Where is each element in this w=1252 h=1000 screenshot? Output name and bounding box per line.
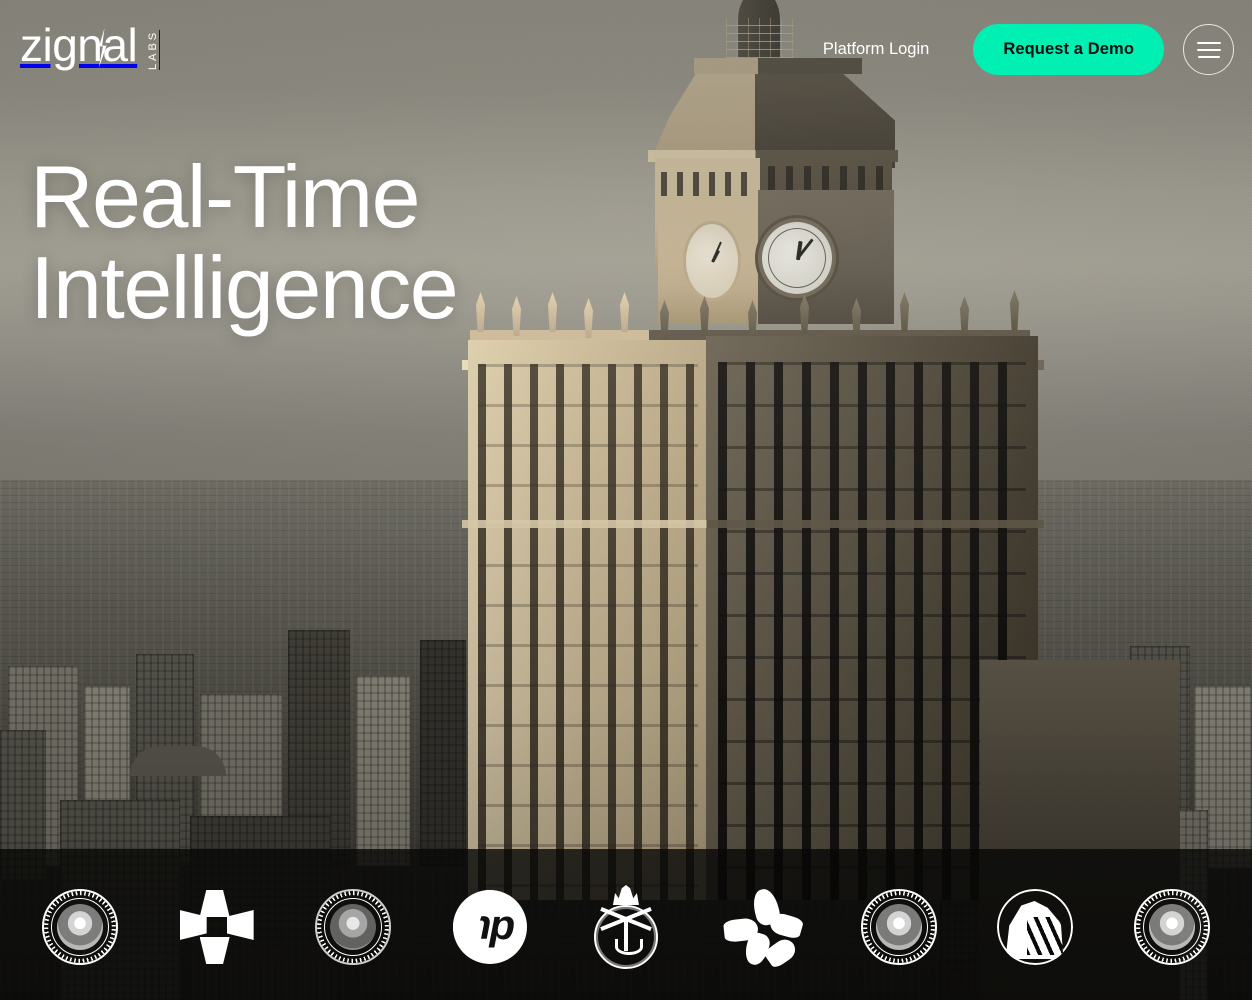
- logo-chase[interactable]: Chase: [175, 885, 259, 969]
- dos-seal-icon: [315, 889, 392, 965]
- clock-face-right: [762, 222, 832, 294]
- dod-seal-icon: [42, 889, 119, 965]
- headline-line-2: Intelligence: [30, 237, 459, 337]
- headline-line-1: Real-Time: [30, 147, 421, 246]
- dhs-seal-icon: [1133, 889, 1210, 965]
- clock-face-left: [686, 224, 738, 298]
- menu-line-3: [1197, 56, 1220, 58]
- zignal-labs-logo[interactable]: zignal LABS: [20, 22, 159, 70]
- platform-login-link[interactable]: Platform Login: [811, 32, 941, 67]
- hamburger-menu-icon[interactable]: [1183, 24, 1234, 75]
- logo-department-of-defense[interactable]: U.S. Department of Defense: [38, 885, 122, 969]
- logo-department-of-treasury[interactable]: U.S. Department of the Treasury: [857, 885, 941, 969]
- customer-logo-bar: U.S. Department of Defense Chase U.S. De…: [0, 849, 1252, 1000]
- yelp-burst-icon: [723, 886, 805, 970]
- logo-hp[interactable]: hp HP: [448, 885, 532, 969]
- logo-wordmark: zignal: [20, 19, 138, 71]
- logo-prudential[interactable]: Prudential: [993, 885, 1077, 969]
- request-demo-button[interactable]: Request a Demo: [973, 24, 1164, 75]
- logo-labs-text: LABS: [147, 29, 160, 70]
- site-header: zignal LABS Platform Login Request a Dem…: [0, 0, 1252, 100]
- menu-line-1: [1196, 42, 1221, 44]
- logo-uk-ministry-of-defence[interactable]: UK Ministry of Defence: [584, 885, 668, 969]
- hp-icon: hp: [452, 890, 527, 964]
- hero-headline: Real-Time Intelligence: [30, 147, 459, 337]
- menu-line-2: [1196, 49, 1221, 51]
- logo-yelp[interactable]: Yelp: [720, 885, 805, 970]
- logo-department-of-state[interactable]: U.S. Department of State: [311, 885, 395, 969]
- treasury-seal-icon: [860, 889, 937, 965]
- header-nav: Platform Login Request a Demo: [811, 24, 1234, 75]
- prudential-rock-icon: [997, 889, 1074, 965]
- logo-homeland-security[interactable]: U.S. Department of Homeland Security: [1130, 885, 1214, 969]
- chase-octagon-icon: [179, 890, 254, 964]
- customer-logo-row: U.S. Department of Defense Chase U.S. De…: [0, 849, 1252, 1000]
- mod-crest-icon: [587, 885, 665, 969]
